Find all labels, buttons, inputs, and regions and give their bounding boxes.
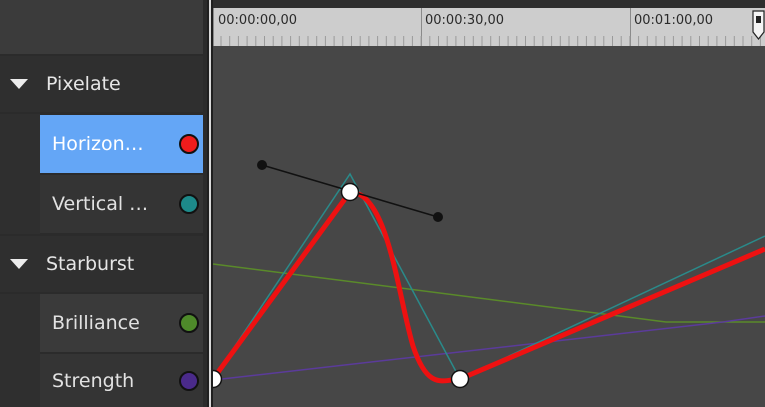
playhead-marker-icon[interactable] bbox=[752, 10, 765, 40]
group-header-pixelate[interactable]: Pixelate bbox=[0, 56, 203, 112]
group-label: Starburst bbox=[46, 253, 135, 275]
bezier-handle-out[interactable] bbox=[433, 212, 443, 222]
time-ruler[interactable]: 00:00:00,00 00:00:30,00 00:01:00,00 bbox=[213, 8, 765, 46]
collapse-triangle-icon[interactable] bbox=[10, 79, 28, 89]
keyframe-editor: Pixelate Horizon… Vertical … Starburst B… bbox=[0, 0, 765, 407]
track-color-dot-icon bbox=[179, 313, 199, 333]
track-list-panel: Pixelate Horizon… Vertical … Starburst B… bbox=[0, 0, 207, 407]
ruler-label: 00:00:30,00 bbox=[425, 13, 505, 28]
curve-canvas[interactable] bbox=[203, 46, 765, 407]
track-horizontal[interactable]: Horizon… bbox=[40, 115, 203, 173]
ruler-label: 00:00:00,00 bbox=[218, 13, 298, 28]
ruler-label: 00:01:00,00 bbox=[634, 13, 714, 28]
track-color-dot-icon bbox=[179, 370, 199, 391]
track-brilliance[interactable]: Brilliance bbox=[40, 294, 203, 352]
curve-graph[interactable] bbox=[203, 46, 765, 407]
keyframe-point[interactable] bbox=[340, 182, 360, 202]
splitter-highlight bbox=[209, 0, 211, 407]
track-color-dot-icon bbox=[179, 134, 199, 154]
track-list-header bbox=[0, 0, 203, 54]
curve-horizontal[interactable] bbox=[210, 189, 765, 384]
track-strength[interactable]: Strength bbox=[40, 354, 203, 407]
group-header-starburst[interactable]: Starburst bbox=[0, 236, 203, 292]
track-label: Strength bbox=[52, 369, 135, 392]
track-label: Brilliance bbox=[52, 312, 140, 334]
track-label: Horizon… bbox=[52, 133, 144, 155]
track-label: Vertical … bbox=[52, 193, 149, 215]
curve-strength[interactable] bbox=[212, 315, 765, 381]
keyframe-point[interactable] bbox=[450, 369, 470, 389]
track-color-dot-icon bbox=[179, 194, 199, 214]
collapse-triangle-icon[interactable] bbox=[10, 259, 28, 269]
group-label: Pixelate bbox=[46, 73, 121, 95]
group-indent bbox=[0, 294, 40, 407]
ruler-top-strip bbox=[213, 0, 765, 8]
track-vertical[interactable]: Vertical … bbox=[40, 175, 203, 233]
group-indent bbox=[0, 114, 40, 234]
bezier-handle-in[interactable] bbox=[257, 160, 267, 170]
curve-brilliance[interactable] bbox=[212, 263, 765, 323]
